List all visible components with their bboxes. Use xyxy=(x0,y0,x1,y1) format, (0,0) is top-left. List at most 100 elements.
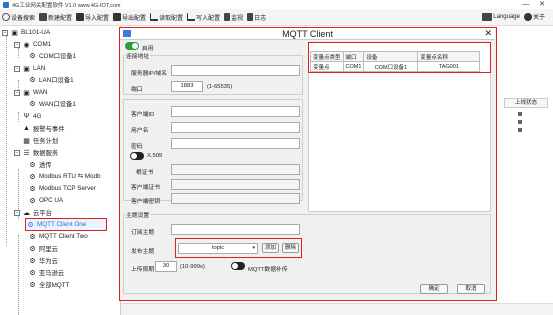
import-config-button[interactable]: 导入配置 xyxy=(76,13,109,22)
client-key-input[interactable] xyxy=(171,193,300,204)
monitor-button[interactable]: 监视 xyxy=(224,13,243,22)
language-button[interactable]: Language xyxy=(482,12,520,21)
gateway-icon: ▣ xyxy=(11,29,18,37)
tree-item-mqtt-client-two[interactable]: ⚙ MQTT Client Two xyxy=(28,231,88,242)
tree-label: OPC UA xyxy=(39,197,64,204)
tree-item-wan[interactable]: − ▣ WAN xyxy=(14,87,47,98)
tree-item-lan[interactable]: − ▣ LAN xyxy=(14,63,45,74)
collapse-icon[interactable]: − xyxy=(2,29,8,36)
tree-item-com1-device[interactable]: ⚙ COM口设备1 xyxy=(28,50,76,61)
language-label: Language xyxy=(493,13,520,20)
device-search-button[interactable]: 设备搜索 xyxy=(2,13,35,22)
collapse-icon[interactable]: − xyxy=(14,89,20,96)
client-key-label: 客户端密钥 xyxy=(131,199,160,205)
delete-topic-button[interactable]: 删除 xyxy=(282,243,299,253)
tree-item-root[interactable]: − ▣ BL101-UA xyxy=(2,27,50,38)
collapse-icon[interactable]: − xyxy=(14,41,20,48)
tree-item-aws[interactable]: ⚙ 亚马逊云 xyxy=(28,267,64,278)
connection-group-label: 连接地址 xyxy=(125,51,151,60)
collapse-icon[interactable]: − xyxy=(14,65,20,72)
port-input[interactable]: 1883 xyxy=(171,81,203,92)
device-icon: ⚙ xyxy=(29,76,36,84)
calendar-icon: ▦ xyxy=(23,137,30,145)
dialog-title: MQTT Client xyxy=(282,29,333,39)
device-icon: ⚙ xyxy=(27,221,34,229)
download-icon xyxy=(150,13,159,21)
tree-label: 任务计划 xyxy=(33,138,59,145)
add-topic-button[interactable]: 添加 xyxy=(262,243,279,253)
tree-item-task[interactable]: ▦ 任务计划 xyxy=(22,135,58,146)
x509-label: X.509 xyxy=(147,153,163,159)
window-controls[interactable]: — ✕ xyxy=(522,0,549,8)
upload-icon xyxy=(187,13,196,21)
tree-item-alarm[interactable]: ▲ 报警与事件 xyxy=(22,123,64,134)
collapse-icon[interactable]: − xyxy=(14,149,20,156)
tree-item-aliyun[interactable]: ⚙ 阿里云 xyxy=(28,243,58,254)
tree-label: 全部MQTT xyxy=(39,282,70,289)
table-cell: COM口设备1 xyxy=(363,61,419,72)
tree-item-cloud[interactable]: − ☁ 云平台 xyxy=(14,207,52,218)
toggle-knob xyxy=(131,153,137,159)
tree-item-opcua[interactable]: ⚙ OPC UA xyxy=(28,195,63,206)
device-icon: ⚙ xyxy=(29,185,36,193)
monitor-icon xyxy=(224,13,231,21)
status-panel: 上线状态 xyxy=(496,26,553,315)
new-config-label: 新建配置 xyxy=(48,15,73,22)
username-input[interactable] xyxy=(171,122,300,133)
publish-topic-select[interactable]: topic ▾ xyxy=(178,243,258,254)
new-config-button[interactable]: 新建配置 xyxy=(39,13,72,22)
tree-item-lan-device[interactable]: ⚙ LAN口设备1 xyxy=(28,74,74,85)
root-cert-label: 根证书 xyxy=(136,170,154,176)
tree-label: 透传 xyxy=(39,162,52,169)
language-icon xyxy=(482,12,493,21)
tree-label: MQTT Client Two xyxy=(39,233,88,240)
tree-item-data-service[interactable]: − ☰ 数据服务 xyxy=(14,147,58,158)
device-icon: ⚙ xyxy=(29,281,36,289)
tree-item-modbus-rtu[interactable]: ⚙ Modbus RTU ⇆ Modb xyxy=(28,171,101,182)
status-indicator xyxy=(518,128,522,132)
enable-toggle[interactable] xyxy=(125,42,139,50)
server-input[interactable] xyxy=(171,65,300,76)
tree-item-com1[interactable]: − ◉ COM1 xyxy=(14,39,51,50)
bell-icon: ▲ xyxy=(23,125,30,132)
client-cert-input[interactable] xyxy=(171,179,300,190)
tree-item-more[interactable]: ⚙ 全部MQTT xyxy=(28,279,69,290)
log-button[interactable]: 日志 xyxy=(247,13,266,22)
upload-period-input[interactable]: 30 xyxy=(155,261,177,272)
read-config-button[interactable]: 读取配置 xyxy=(150,13,183,22)
password-input[interactable] xyxy=(171,138,300,149)
device-icon: ⚙ xyxy=(29,233,36,241)
variable-table: 变量点类型 端口 设备 变量点名称 变量点 COM1 COM口设备1 TAG00… xyxy=(310,51,481,72)
tree-label: Modbus RTU ⇆ Modb xyxy=(39,173,101,180)
subscribe-input[interactable] xyxy=(171,224,300,235)
tree-item-mqtt-client-one[interactable]: ⚙ MQTT Client One xyxy=(25,218,107,231)
status-bar xyxy=(121,303,553,315)
client-id-input[interactable] xyxy=(171,106,300,117)
export-config-button[interactable]: 导出配置 xyxy=(113,13,146,22)
root-cert-input[interactable] xyxy=(171,164,300,175)
write-config-button[interactable]: 写入配置 xyxy=(187,13,220,22)
close-icon[interactable]: ✕ xyxy=(484,28,492,39)
tree-item-wan-device[interactable]: ⚙ WAN口设备1 xyxy=(28,98,76,109)
tree-label: COM1 xyxy=(33,41,52,48)
tree-label: WAN口设备1 xyxy=(39,101,76,108)
collapse-icon[interactable]: − xyxy=(14,209,20,216)
port-hint: (1-65535) xyxy=(207,84,233,90)
tree-item-modbus-tcp[interactable]: ⚙ Modbus TCP Server xyxy=(28,183,95,194)
table-row[interactable]: 变量点 COM1 COM口设备1 TAG001 xyxy=(310,61,481,72)
ok-button[interactable]: 确定 xyxy=(420,284,448,294)
device-icon: ⚙ xyxy=(29,245,36,253)
mqtt-format-label: MQTT数据补传 xyxy=(248,267,288,273)
tree-guide xyxy=(6,36,7,246)
x509-toggle[interactable] xyxy=(130,152,144,160)
cancel-button[interactable]: 取消 xyxy=(457,284,485,294)
tree-item-passthrough[interactable]: ⚙ 透传 xyxy=(28,159,52,170)
table-header-row: 变量点类型 端口 设备 变量点名称 xyxy=(310,51,481,62)
about-label: 关于 xyxy=(532,15,545,21)
tree-item-4g[interactable]: Ψ 4G xyxy=(22,111,42,122)
tree-item-huawei[interactable]: ⚙ 华为云 xyxy=(28,255,58,266)
tree-label: LAN口设备1 xyxy=(39,77,74,84)
about-button[interactable]: 关于 xyxy=(523,12,545,21)
write-config-label: 写入配置 xyxy=(196,15,221,22)
mqtt-format-toggle[interactable] xyxy=(231,262,245,270)
